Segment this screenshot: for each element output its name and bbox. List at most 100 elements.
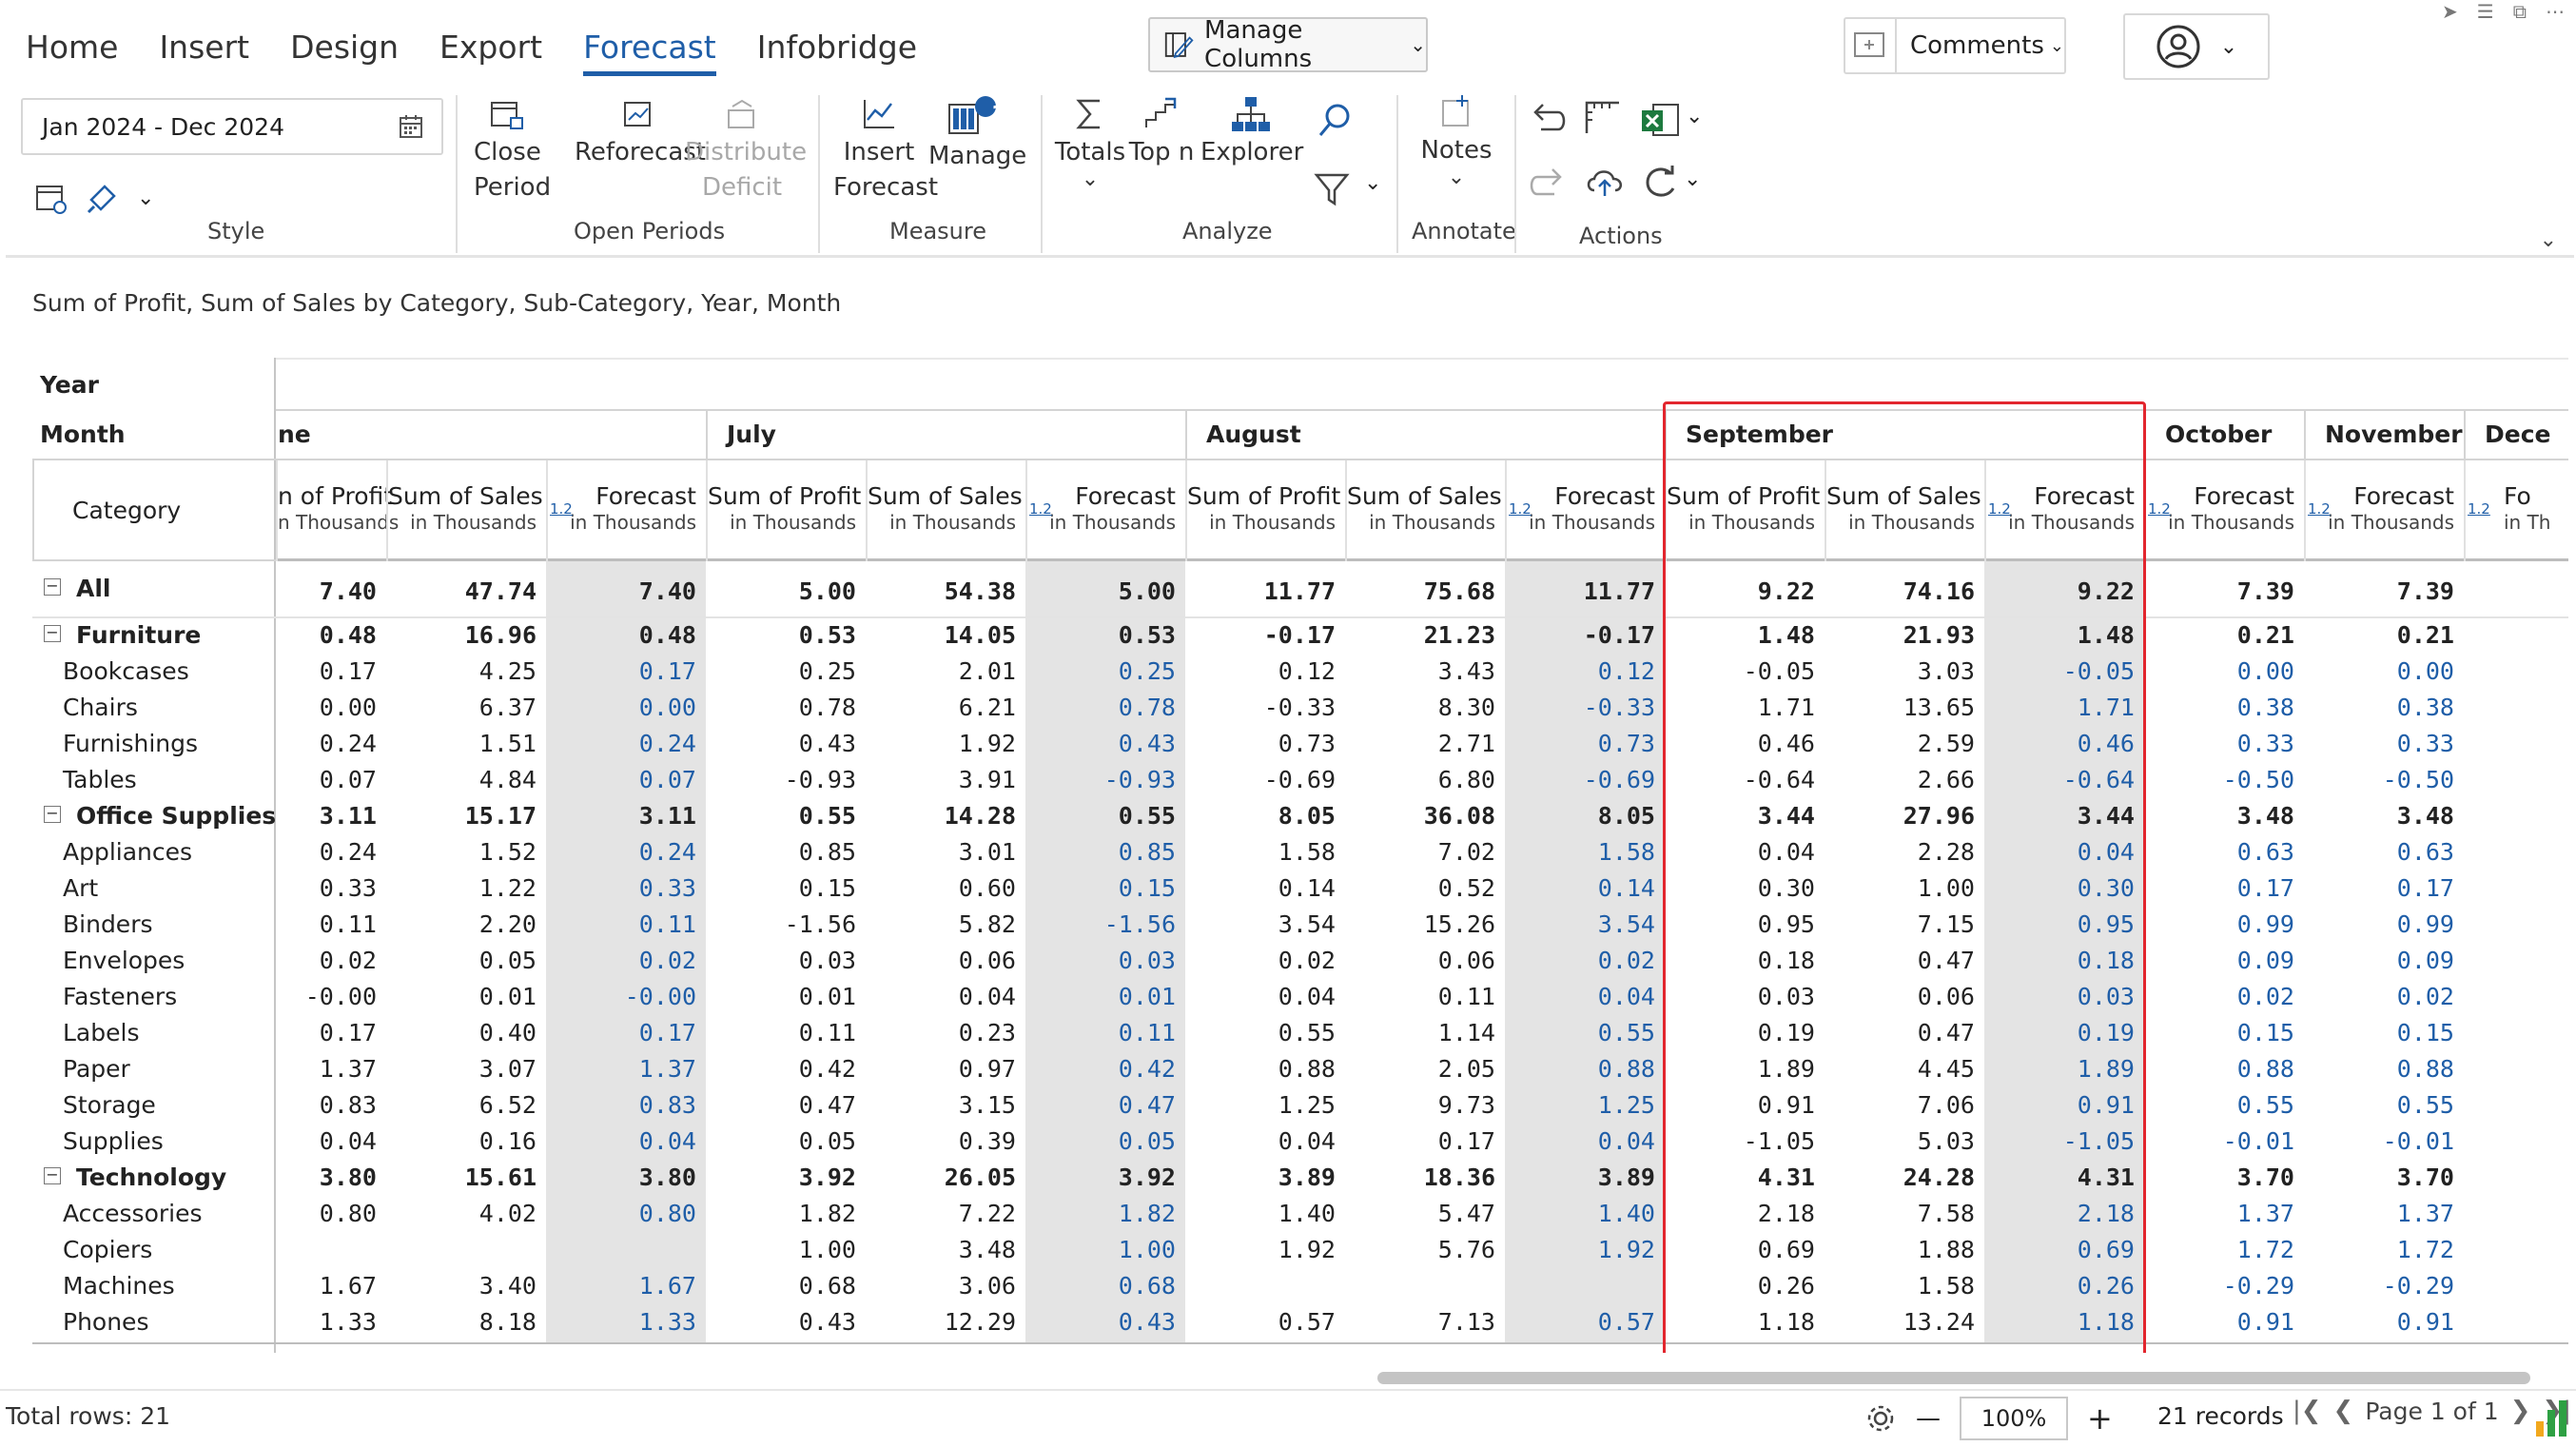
cell-forecast[interactable]: 1.72 — [2144, 1232, 2304, 1268]
cell-forecast[interactable]: 1.33 — [546, 1304, 706, 1340]
cell-sales[interactable]: 0.39 — [866, 1124, 1025, 1160]
cell-profit[interactable]: 5.00 — [706, 571, 866, 613]
cell-forecast[interactable]: 3.54 — [1505, 907, 1665, 943]
undo-icon[interactable] — [1528, 99, 1568, 137]
cell-forecast[interactable]: 0.55 — [1025, 798, 1185, 834]
cell-forecast[interactable]: -0.29 — [2304, 1268, 2464, 1304]
calendar-icon[interactable] — [398, 113, 424, 140]
cell-forecast[interactable]: 0.85 — [1025, 834, 1185, 870]
cell-sales[interactable]: 7.22 — [866, 1196, 1025, 1232]
popout-icon[interactable]: ⧉ — [2513, 0, 2527, 23]
cell-sales[interactable]: 9.73 — [1345, 1087, 1505, 1124]
cell-sales[interactable]: 36.08 — [1345, 798, 1505, 834]
cell-sales[interactable]: 3.06 — [866, 1268, 1025, 1304]
cell-forecast[interactable]: 1.37 — [2304, 1196, 2464, 1232]
distribute-deficit-button[interactable]: Distribute Deficit — [685, 97, 807, 205]
cell-forecast[interactable]: -0.00 — [546, 979, 706, 1015]
cell-forecast[interactable]: 3.80 — [546, 1160, 706, 1196]
month-header-cell[interactable]: August — [1185, 411, 1665, 460]
cell-sales[interactable]: 0.97 — [866, 1051, 1025, 1087]
table-row[interactable]: Supplies 0.04 0.16 0.04 0.05 0.39 0.05 0.04 0.17… — [32, 1124, 2568, 1160]
cell-sales[interactable]: 8.18 — [386, 1304, 546, 1340]
scrollbar-thumb[interactable] — [1377, 1372, 2530, 1384]
cell-profit[interactable]: 8.05 — [1185, 798, 1345, 834]
cell-forecast[interactable]: 0.43 — [1025, 726, 1185, 762]
cell-forecast[interactable]: 1.00 — [1025, 1232, 1185, 1268]
cell-forecast[interactable]: -0.01 — [2304, 1124, 2464, 1160]
column-header-forecast[interactable]: Fo in Th 1.2 — [2464, 460, 2559, 561]
cell-profit[interactable]: 0.17 — [276, 654, 386, 690]
cell-profit[interactable]: -0.00 — [276, 979, 386, 1015]
cell-forecast[interactable]: 5.00 — [1025, 571, 1185, 613]
cell-profit[interactable]: 0.24 — [276, 726, 386, 762]
cell-sales[interactable]: 5.82 — [866, 907, 1025, 943]
cell-sales[interactable] — [1345, 1268, 1505, 1304]
cell-forecast[interactable]: 0.03 — [1025, 943, 1185, 979]
cell-forecast[interactable]: 3.48 — [2144, 798, 2304, 834]
cell-forecast[interactable]: 0.99 — [2304, 907, 2464, 943]
chevron-down-icon[interactable]: ⌄ — [1686, 105, 1703, 128]
cell-forecast[interactable]: 1.37 — [2144, 1196, 2304, 1232]
user-menu[interactable]: ⌄ — [2123, 13, 2270, 80]
cell-sales[interactable]: 3.01 — [866, 834, 1025, 870]
cell-forecast[interactable]: 3.70 — [2144, 1160, 2304, 1196]
month-header-cell[interactable]: July — [706, 411, 1185, 460]
cell-sales[interactable]: 5.76 — [1345, 1232, 1505, 1268]
cell-forecast[interactable]: 0.33 — [2304, 726, 2464, 762]
column-header-forecast[interactable]: Forecast in Thousands 1.2 — [2304, 460, 2464, 561]
cell-forecast[interactable]: 0.88 — [2144, 1051, 2304, 1087]
cell-sales[interactable] — [386, 1232, 546, 1268]
notes-button[interactable]: Notes ⌄ — [1415, 93, 1497, 188]
cell-profit[interactable]: 0.43 — [706, 1304, 866, 1340]
cell-forecast[interactable]: 0.47 — [1025, 1087, 1185, 1124]
decimal-format-badge[interactable]: 1.2 — [2148, 500, 2171, 518]
table-row[interactable]: Chairs 0.00 6.37 0.00 0.78 6.21 0.78 -0.33 8.30-… — [32, 690, 2568, 726]
cell-sales[interactable]: 1.22 — [386, 870, 546, 907]
calendar-settings-icon[interactable] — [34, 181, 68, 215]
cell-sales[interactable]: 0.11 — [1345, 979, 1505, 1015]
cell-sales[interactable]: 18.36 — [1345, 1160, 1505, 1196]
table-row[interactable]: Paper 1.37 3.07 1.37 0.42 0.97 0.42 0.88 2.05 0.8… — [32, 1051, 2568, 1087]
menu-icon[interactable]: ☰ — [2477, 0, 2494, 23]
cell-sales[interactable]: 0.60 — [866, 870, 1025, 907]
refresh-icon[interactable] — [1642, 164, 1680, 202]
cell-sales[interactable]: 6.37 — [386, 690, 546, 726]
cell-forecast[interactable]: 0.02 — [2304, 979, 2464, 1015]
cell-forecast[interactable]: 0.55 — [2144, 1087, 2304, 1124]
search-icon[interactable] — [1317, 101, 1355, 139]
upload-cloud-icon[interactable] — [1585, 162, 1625, 202]
cell-forecast[interactable]: 3.92 — [1025, 1160, 1185, 1196]
cell-forecast[interactable]: 0.15 — [2304, 1015, 2464, 1051]
cell-profit[interactable]: 0.73 — [1185, 726, 1345, 762]
cell-forecast[interactable]: 1.67 — [546, 1268, 706, 1304]
cell-profit[interactable]: 0.24 — [276, 834, 386, 870]
cell-sales[interactable]: 47.74 — [386, 571, 546, 613]
cell-profit[interactable]: 0.42 — [706, 1051, 866, 1087]
cell-profit[interactable]: 1.82 — [706, 1196, 866, 1232]
cell-forecast[interactable]: -0.93 — [1025, 762, 1185, 798]
column-header-sales[interactable]: Sum of Sales in Thousands — [1345, 460, 1505, 561]
cell-forecast[interactable]: 0.55 — [1505, 1015, 1665, 1051]
cell-forecast[interactable]: 0.33 — [546, 870, 706, 907]
zoom-out-button[interactable]: — — [1916, 1404, 1941, 1433]
category-header[interactable]: Category — [32, 459, 276, 561]
table-row[interactable]: Tables 0.07 4.84 0.07 -0.93 3.91 -0.93 -0.69 6.8… — [32, 762, 2568, 798]
column-header-forecast[interactable]: Forecast in Thousands 1.2 — [1505, 460, 1665, 561]
cell-forecast[interactable]: 0.48 — [546, 617, 706, 654]
cell-sales[interactable]: 4.84 — [386, 762, 546, 798]
group-row[interactable]: − Office Supplies 3.11 15.17 3.11 0.55 14.28 0.… — [32, 798, 2568, 834]
cell-forecast[interactable]: 0.14 — [1505, 870, 1665, 907]
cell-sales[interactable]: 6.21 — [866, 690, 1025, 726]
cell-sales[interactable]: 14.05 — [866, 617, 1025, 654]
cell-profit[interactable]: 0.11 — [276, 907, 386, 943]
cell-profit[interactable]: 0.02 — [1185, 943, 1345, 979]
cell-sales[interactable]: 54.38 — [866, 571, 1025, 613]
cell-profit[interactable]: 11.77 — [1185, 571, 1345, 613]
tab-design[interactable]: Design — [290, 21, 399, 76]
cell-sales[interactable]: 75.68 — [1345, 571, 1505, 613]
cell-forecast[interactable]: 8.05 — [1505, 798, 1665, 834]
table-row[interactable]: Bookcases 0.17 4.25 0.17 0.25 2.01 0.25 0.12 3.4… — [32, 654, 2568, 690]
cell-profit[interactable]: 0.07 — [276, 762, 386, 798]
cell-forecast[interactable]: 0.38 — [2304, 690, 2464, 726]
cell-profit[interactable]: 1.67 — [276, 1268, 386, 1304]
